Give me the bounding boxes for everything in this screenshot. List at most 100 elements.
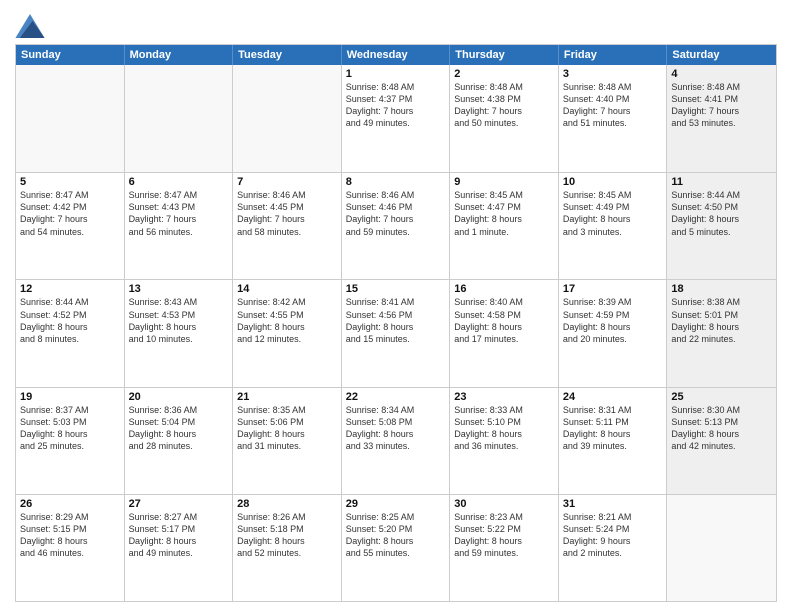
day-info: Sunrise: 8:39 AM Sunset: 4:59 PM Dayligh…	[563, 296, 663, 345]
day-number: 5	[20, 176, 120, 188]
day-info: Sunrise: 8:48 AM Sunset: 4:37 PM Dayligh…	[346, 81, 446, 130]
day-info: Sunrise: 8:47 AM Sunset: 4:43 PM Dayligh…	[129, 189, 229, 238]
day-number: 10	[563, 176, 663, 188]
day-info: Sunrise: 8:23 AM Sunset: 5:22 PM Dayligh…	[454, 511, 554, 560]
day-cell-31: 31Sunrise: 8:21 AM Sunset: 5:24 PM Dayli…	[559, 495, 668, 601]
day-cell-10: 10Sunrise: 8:45 AM Sunset: 4:49 PM Dayli…	[559, 173, 668, 279]
day-cell-29: 29Sunrise: 8:25 AM Sunset: 5:20 PM Dayli…	[342, 495, 451, 601]
day-cell-22: 22Sunrise: 8:34 AM Sunset: 5:08 PM Dayli…	[342, 388, 451, 494]
day-number: 30	[454, 498, 554, 510]
day-number: 27	[129, 498, 229, 510]
day-info: Sunrise: 8:37 AM Sunset: 5:03 PM Dayligh…	[20, 404, 120, 453]
day-info: Sunrise: 8:48 AM Sunset: 4:38 PM Dayligh…	[454, 81, 554, 130]
day-cell-11: 11Sunrise: 8:44 AM Sunset: 4:50 PM Dayli…	[667, 173, 776, 279]
day-number: 19	[20, 391, 120, 403]
header-day-wednesday: Wednesday	[342, 45, 451, 65]
day-cell-7: 7Sunrise: 8:46 AM Sunset: 4:45 PM Daylig…	[233, 173, 342, 279]
empty-cell	[233, 65, 342, 172]
header-day-thursday: Thursday	[450, 45, 559, 65]
day-number: 8	[346, 176, 446, 188]
calendar-week-4: 19Sunrise: 8:37 AM Sunset: 5:03 PM Dayli…	[16, 387, 776, 494]
day-info: Sunrise: 8:35 AM Sunset: 5:06 PM Dayligh…	[237, 404, 337, 453]
day-info: Sunrise: 8:21 AM Sunset: 5:24 PM Dayligh…	[563, 511, 663, 560]
day-info: Sunrise: 8:45 AM Sunset: 4:47 PM Dayligh…	[454, 189, 554, 238]
day-number: 24	[563, 391, 663, 403]
day-cell-24: 24Sunrise: 8:31 AM Sunset: 5:11 PM Dayli…	[559, 388, 668, 494]
calendar-week-3: 12Sunrise: 8:44 AM Sunset: 4:52 PM Dayli…	[16, 279, 776, 386]
day-info: Sunrise: 8:34 AM Sunset: 5:08 PM Dayligh…	[346, 404, 446, 453]
day-number: 16	[454, 283, 554, 295]
day-number: 9	[454, 176, 554, 188]
day-number: 11	[671, 176, 772, 188]
calendar: SundayMondayTuesdayWednesdayThursdayFrid…	[15, 44, 777, 602]
logo	[15, 14, 47, 38]
day-info: Sunrise: 8:47 AM Sunset: 4:42 PM Dayligh…	[20, 189, 120, 238]
day-cell-1: 1Sunrise: 8:48 AM Sunset: 4:37 PM Daylig…	[342, 65, 451, 172]
day-number: 23	[454, 391, 554, 403]
header-day-friday: Friday	[559, 45, 668, 65]
day-cell-4: 4Sunrise: 8:48 AM Sunset: 4:41 PM Daylig…	[667, 65, 776, 172]
day-info: Sunrise: 8:48 AM Sunset: 4:41 PM Dayligh…	[671, 81, 772, 130]
day-info: Sunrise: 8:46 AM Sunset: 4:46 PM Dayligh…	[346, 189, 446, 238]
day-number: 17	[563, 283, 663, 295]
day-number: 25	[671, 391, 772, 403]
day-info: Sunrise: 8:38 AM Sunset: 5:01 PM Dayligh…	[671, 296, 772, 345]
empty-cell	[16, 65, 125, 172]
day-cell-15: 15Sunrise: 8:41 AM Sunset: 4:56 PM Dayli…	[342, 280, 451, 386]
header-day-saturday: Saturday	[667, 45, 776, 65]
empty-cell	[667, 495, 776, 601]
day-cell-17: 17Sunrise: 8:39 AM Sunset: 4:59 PM Dayli…	[559, 280, 668, 386]
day-cell-18: 18Sunrise: 8:38 AM Sunset: 5:01 PM Dayli…	[667, 280, 776, 386]
day-number: 3	[563, 68, 663, 80]
day-cell-3: 3Sunrise: 8:48 AM Sunset: 4:40 PM Daylig…	[559, 65, 668, 172]
day-cell-25: 25Sunrise: 8:30 AM Sunset: 5:13 PM Dayli…	[667, 388, 776, 494]
day-cell-30: 30Sunrise: 8:23 AM Sunset: 5:22 PM Dayli…	[450, 495, 559, 601]
day-info: Sunrise: 8:33 AM Sunset: 5:10 PM Dayligh…	[454, 404, 554, 453]
day-number: 29	[346, 498, 446, 510]
day-cell-19: 19Sunrise: 8:37 AM Sunset: 5:03 PM Dayli…	[16, 388, 125, 494]
calendar-body: 1Sunrise: 8:48 AM Sunset: 4:37 PM Daylig…	[16, 65, 776, 601]
day-number: 14	[237, 283, 337, 295]
day-number: 12	[20, 283, 120, 295]
day-info: Sunrise: 8:27 AM Sunset: 5:17 PM Dayligh…	[129, 511, 229, 560]
header	[15, 10, 777, 38]
day-cell-8: 8Sunrise: 8:46 AM Sunset: 4:46 PM Daylig…	[342, 173, 451, 279]
day-cell-26: 26Sunrise: 8:29 AM Sunset: 5:15 PM Dayli…	[16, 495, 125, 601]
day-number: 21	[237, 391, 337, 403]
day-info: Sunrise: 8:26 AM Sunset: 5:18 PM Dayligh…	[237, 511, 337, 560]
day-cell-2: 2Sunrise: 8:48 AM Sunset: 4:38 PM Daylig…	[450, 65, 559, 172]
day-info: Sunrise: 8:31 AM Sunset: 5:11 PM Dayligh…	[563, 404, 663, 453]
day-cell-12: 12Sunrise: 8:44 AM Sunset: 4:52 PM Dayli…	[16, 280, 125, 386]
header-day-tuesday: Tuesday	[233, 45, 342, 65]
day-cell-21: 21Sunrise: 8:35 AM Sunset: 5:06 PM Dayli…	[233, 388, 342, 494]
day-cell-14: 14Sunrise: 8:42 AM Sunset: 4:55 PM Dayli…	[233, 280, 342, 386]
day-info: Sunrise: 8:45 AM Sunset: 4:49 PM Dayligh…	[563, 189, 663, 238]
header-day-sunday: Sunday	[16, 45, 125, 65]
day-number: 20	[129, 391, 229, 403]
day-info: Sunrise: 8:42 AM Sunset: 4:55 PM Dayligh…	[237, 296, 337, 345]
empty-cell	[125, 65, 234, 172]
day-info: Sunrise: 8:40 AM Sunset: 4:58 PM Dayligh…	[454, 296, 554, 345]
day-info: Sunrise: 8:41 AM Sunset: 4:56 PM Dayligh…	[346, 296, 446, 345]
day-info: Sunrise: 8:48 AM Sunset: 4:40 PM Dayligh…	[563, 81, 663, 130]
day-info: Sunrise: 8:25 AM Sunset: 5:20 PM Dayligh…	[346, 511, 446, 560]
day-number: 6	[129, 176, 229, 188]
day-info: Sunrise: 8:46 AM Sunset: 4:45 PM Dayligh…	[237, 189, 337, 238]
day-number: 22	[346, 391, 446, 403]
day-info: Sunrise: 8:36 AM Sunset: 5:04 PM Dayligh…	[129, 404, 229, 453]
day-cell-20: 20Sunrise: 8:36 AM Sunset: 5:04 PM Dayli…	[125, 388, 234, 494]
day-info: Sunrise: 8:30 AM Sunset: 5:13 PM Dayligh…	[671, 404, 772, 453]
calendar-week-2: 5Sunrise: 8:47 AM Sunset: 4:42 PM Daylig…	[16, 172, 776, 279]
day-info: Sunrise: 8:29 AM Sunset: 5:15 PM Dayligh…	[20, 511, 120, 560]
calendar-week-5: 26Sunrise: 8:29 AM Sunset: 5:15 PM Dayli…	[16, 494, 776, 601]
day-number: 18	[671, 283, 772, 295]
day-cell-23: 23Sunrise: 8:33 AM Sunset: 5:10 PM Dayli…	[450, 388, 559, 494]
header-day-monday: Monday	[125, 45, 234, 65]
day-number: 2	[454, 68, 554, 80]
day-cell-9: 9Sunrise: 8:45 AM Sunset: 4:47 PM Daylig…	[450, 173, 559, 279]
day-cell-6: 6Sunrise: 8:47 AM Sunset: 4:43 PM Daylig…	[125, 173, 234, 279]
day-info: Sunrise: 8:43 AM Sunset: 4:53 PM Dayligh…	[129, 296, 229, 345]
day-number: 26	[20, 498, 120, 510]
day-number: 31	[563, 498, 663, 510]
calendar-header-row: SundayMondayTuesdayWednesdayThursdayFrid…	[16, 45, 776, 65]
